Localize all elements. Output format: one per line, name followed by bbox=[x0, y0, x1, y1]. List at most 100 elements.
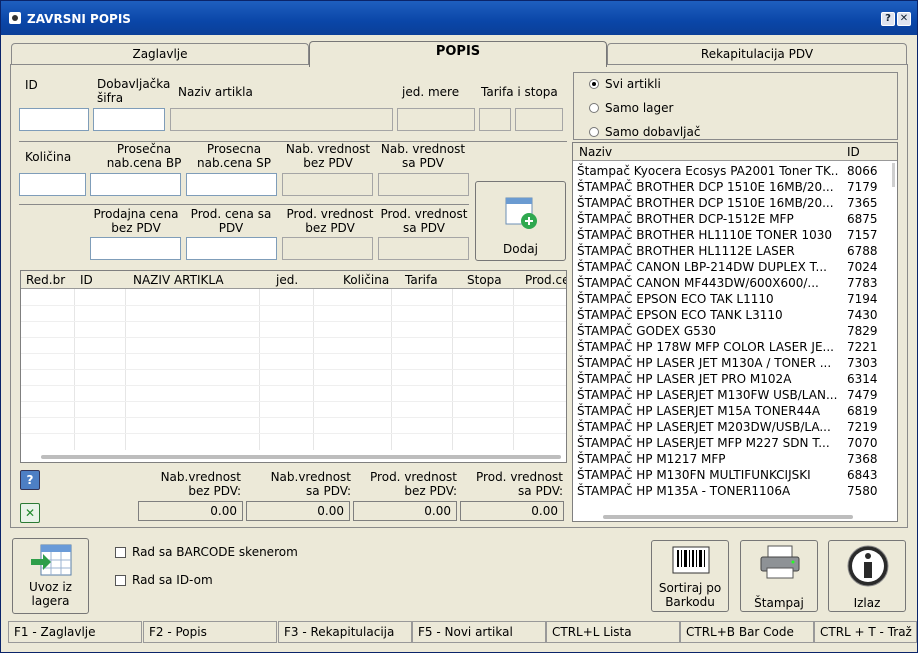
list-item[interactable]: ŠTAMPAČ BROTHER DCP 1510E 16MB/20... 7365 bbox=[577, 195, 882, 211]
list-col-naziv[interactable]: Naziv bbox=[579, 145, 612, 159]
list-item[interactable]: ŠTAMPAČ BROTHER DCP 1510E 16MB/20... 7179 bbox=[577, 179, 882, 195]
radio-label: Samo dobavljač bbox=[605, 125, 701, 139]
grid-col-stopa[interactable]: Stopa bbox=[467, 273, 502, 287]
total-nab-bez: 0.00 bbox=[138, 501, 243, 521]
id-checkbox[interactable]: Rad sa ID-om bbox=[115, 573, 213, 587]
kolicina-label: Količina bbox=[25, 150, 72, 164]
help-icon[interactable]: ? bbox=[20, 470, 40, 490]
pros-bp-input[interactable] bbox=[90, 173, 181, 196]
tarifa-label: Tarifa i stopa bbox=[481, 85, 558, 99]
prodv-sa-label: Prod. vrednost sa PDV bbox=[380, 207, 468, 235]
grid-col-kolicina[interactable]: Količina bbox=[343, 273, 389, 287]
list-item[interactable]: ŠTAMPAČ CANON MF443DW/600X600/... 7783 bbox=[577, 275, 882, 291]
status-ctrl-t[interactable]: CTRL + T - Traž bbox=[814, 621, 917, 643]
list-item-id: 7368 bbox=[847, 452, 878, 466]
help-icon[interactable]: ? bbox=[881, 12, 895, 26]
status-f1[interactable]: F1 - Zaglavlje bbox=[8, 621, 142, 643]
list-item[interactable]: ŠTAMPAČ EPSON ECO TANK L3110 7430 bbox=[577, 307, 882, 323]
list-item-id: 6314 bbox=[847, 372, 878, 386]
list-item[interactable]: ŠTAMPAČ BROTHER DCP-1512E MFP 6875 bbox=[577, 211, 882, 227]
list-item[interactable]: ŠTAMPAČ BROTHER HL1112E LASER 6788 bbox=[577, 243, 882, 259]
list-vscrollbar[interactable] bbox=[892, 163, 895, 187]
list-item-id: 6875 bbox=[847, 212, 878, 226]
list-item[interactable]: ŠTAMPAČ HP LASERJET M203DW/USB/LA... 7219 bbox=[577, 419, 882, 435]
status-f5[interactable]: F5 - Novi artikal bbox=[412, 621, 546, 643]
status-f3[interactable]: F3 - Rekapitulacija bbox=[278, 621, 412, 643]
pros-sp-input[interactable] bbox=[186, 173, 277, 196]
grid-col-id[interactable]: ID bbox=[80, 273, 93, 287]
grid-col-prodce[interactable]: Prod.ce bbox=[525, 273, 566, 287]
list-item-name: ŠTAMPAČ BROTHER DCP-1512E MFP bbox=[577, 212, 794, 226]
list-item-name: ŠTAMPAČ CANON LBP-214DW DUPLEX T... bbox=[577, 260, 827, 274]
list-item[interactable]: ŠTAMPAČ HP LASERJET M130FW USB/LAN... 747… bbox=[577, 387, 882, 403]
list-item[interactable]: Štampač Kyocera Ecosys PA2001 Toner TK..… bbox=[577, 163, 882, 179]
radio-svi-artikli[interactable]: Svi artikli bbox=[589, 77, 661, 91]
total-label-nab-sa: Nab.vrednost sa PDV: bbox=[270, 470, 351, 498]
status-ctrl-b[interactable]: CTRL+B Bar Code bbox=[680, 621, 814, 643]
list-item-name: ŠTAMPAČ HP M130FN MULTIFUNKCIJSKI bbox=[577, 468, 811, 482]
list-header: Naziv ID bbox=[573, 143, 897, 161]
jed-mere-input bbox=[397, 108, 475, 131]
list-item-id: 7479 bbox=[847, 388, 878, 402]
list-item[interactable]: ŠTAMPAČ HP LASERJET MFP M227 SDN T... 707… bbox=[577, 435, 882, 451]
list-item[interactable]: ŠTAMPAČ HP 178W MFP COLOR LASER JE... 722… bbox=[577, 339, 882, 355]
nab-sa-label: Nab. vrednost sa PDV bbox=[380, 142, 466, 170]
grid-col-redbr[interactable]: Red.br bbox=[26, 273, 65, 287]
sort-barcode-button[interactable]: Sortiraj po Barkodu bbox=[651, 540, 729, 612]
list-item-id: 7070 bbox=[847, 436, 878, 450]
prod-sa-input[interactable] bbox=[186, 237, 277, 260]
barcode-checkbox-label: Rad sa BARCODE skenerom bbox=[132, 545, 298, 559]
tab-rekapitulacija[interactable]: Rekapitulacija PDV bbox=[607, 43, 907, 65]
import-icon bbox=[31, 544, 72, 576]
list-col-id[interactable]: ID bbox=[847, 145, 860, 159]
grid-col-tarifa[interactable]: Tarifa bbox=[405, 273, 438, 287]
list-item[interactable]: ŠTAMPAČ EPSON ECO TAK L1110 7194 bbox=[577, 291, 882, 307]
tab-popis[interactable]: POPIS bbox=[309, 41, 607, 67]
list-item-name: ŠTAMPAČ HP LASERJET M203DW/USB/LA... bbox=[577, 420, 831, 434]
radio-samo-lager[interactable]: Samo lager bbox=[589, 101, 673, 115]
list-item[interactable]: ŠTAMPAČ HP M1217 MFP 7368 bbox=[577, 451, 882, 467]
dob-sifra-input[interactable] bbox=[93, 108, 165, 131]
radio-samo-dobavljac[interactable]: Samo dobavljač bbox=[589, 125, 700, 139]
grid-hscrollbar[interactable] bbox=[41, 455, 561, 459]
list-item-name: ŠTAMPAČ HP LASER JET M130A / TONER ... bbox=[577, 356, 832, 370]
list-item[interactable]: ŠTAMPAČ HP M130FN MULTIFUNKCIJSKI 6843 bbox=[577, 467, 882, 483]
list-item[interactable]: ŠTAMPAČ CANON LBP-214DW DUPLEX T... 7024 bbox=[577, 259, 882, 275]
total-label-prod-bez: Prod. vrednost bez PDV: bbox=[370, 470, 457, 498]
divider bbox=[19, 204, 469, 205]
add-button[interactable]: Dodaj bbox=[475, 181, 566, 261]
list-item[interactable]: ŠTAMPAČ HP LASERJET M15A TONER44A 6819 bbox=[577, 403, 882, 419]
status-f2[interactable]: F2 - Popis bbox=[143, 621, 277, 643]
list-item[interactable]: ŠTAMPAČ HP M135A - TONER1106A 7580 bbox=[577, 483, 882, 499]
print-button[interactable]: Štampaj bbox=[740, 540, 818, 612]
list-hscrollbar[interactable] bbox=[603, 515, 853, 519]
list-item[interactable]: ŠTAMPAČ BROTHER HL1110E TONER 1030 7157 bbox=[577, 227, 882, 243]
radio-label: Samo lager bbox=[605, 101, 674, 115]
grid-col-jed[interactable]: jed. bbox=[276, 273, 298, 287]
total-nab-sa: 0.00 bbox=[246, 501, 350, 521]
barcode-checkbox[interactable]: Rad sa BARCODE skenerom bbox=[115, 545, 298, 559]
list-item[interactable]: ŠTAMPAČ HP LASER JET M130A / TONER ... 73… bbox=[577, 355, 882, 371]
items-grid[interactable]: Red.br ID NAZIV ARTIKLA jed. Količina Ta… bbox=[20, 270, 567, 463]
add-button-label: Dodaj bbox=[503, 242, 538, 256]
status-ctrl-l[interactable]: CTRL+L Lista bbox=[546, 621, 680, 643]
list-item[interactable]: ŠTAMPAČ HP LASER JET PRO M102A 6314 bbox=[577, 371, 882, 387]
list-item-name: ŠTAMPAČ HP LASERJET M130FW USB/LAN... bbox=[577, 388, 838, 402]
tab-zaglavlje[interactable]: Zaglavlje bbox=[11, 43, 309, 65]
close-icon[interactable]: ✕ bbox=[897, 12, 911, 26]
cancel-icon[interactable]: ✕ bbox=[20, 503, 40, 523]
id-input[interactable] bbox=[19, 108, 89, 131]
grid-col-naziv[interactable]: NAZIV ARTIKLA bbox=[133, 273, 224, 287]
kolicina-input[interactable] bbox=[19, 173, 86, 196]
article-list[interactable]: Naziv ID Štampač Kyocera Ecosys PA2001 T… bbox=[572, 142, 898, 522]
prod-bez-input[interactable] bbox=[90, 237, 181, 260]
list-item[interactable]: ŠTAMPAČ GODEX G530 7829 bbox=[577, 323, 882, 339]
exit-label: Izlaz bbox=[853, 596, 881, 610]
nab-sa-input bbox=[378, 173, 469, 196]
exit-button[interactable]: Izlaz bbox=[828, 540, 906, 612]
dob-sifra-label: Dobavljačka šifra bbox=[97, 77, 171, 105]
prod-bez-label: Prodajna cena bez PDV bbox=[93, 207, 179, 235]
list-item-id: 6843 bbox=[847, 468, 878, 482]
total-label-nab-bez: Nab.vrednost bez PDV: bbox=[160, 470, 241, 498]
uvoz-button[interactable]: Uvoz iz lagera bbox=[12, 538, 89, 614]
